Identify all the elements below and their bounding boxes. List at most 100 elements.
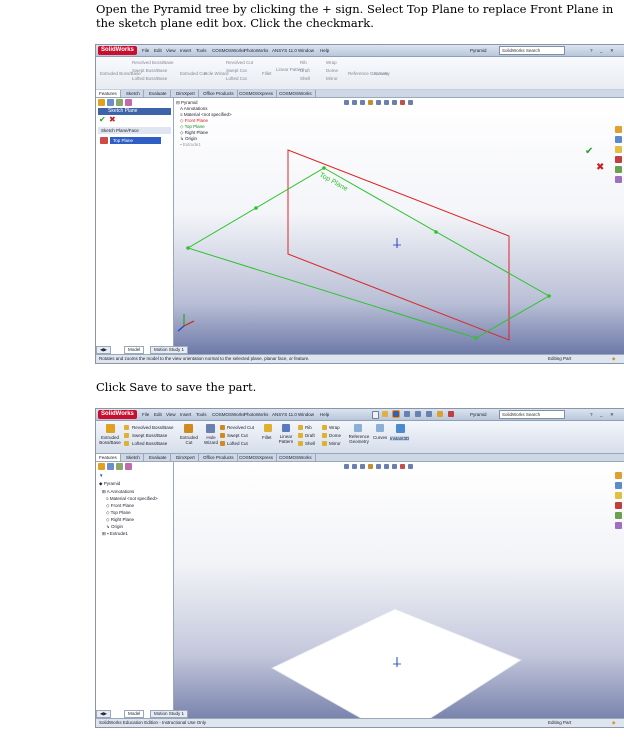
- tree-extrude1[interactable]: ⊞ ▪ Extrude1: [102, 530, 128, 537]
- ribbon-revolved-cut[interactable]: Revolved Cut: [227, 425, 254, 430]
- sketch-plane-edit-box[interactable]: Top Plane: [110, 137, 161, 144]
- ribbon-wrap[interactable]: Wrap: [329, 425, 340, 430]
- dimxpert-icon[interactable]: [125, 99, 132, 106]
- menu-tools[interactable]: Tools: [196, 410, 207, 419]
- ribbon-instant3d[interactable]: Instant3D: [390, 436, 410, 441]
- help-icon[interactable]: ?: [590, 46, 593, 55]
- menu-photoworks[interactable]: PhotoWorks: [244, 410, 268, 419]
- ribbon-rib[interactable]: Rib: [305, 425, 312, 430]
- ribbon-fillet[interactable]: Fillet: [262, 71, 272, 76]
- ribbon-swept-boss[interactable]: Swept Boss/Base: [132, 433, 167, 438]
- tab-dimxpert[interactable]: DimXpert: [173, 90, 199, 97]
- tab-evaluate[interactable]: Evaluate: [146, 90, 171, 97]
- ribbon-swept-boss[interactable]: Swept Boss/Base: [132, 68, 167, 73]
- plane-handle[interactable]: [547, 294, 551, 298]
- ribbon-wrap[interactable]: Wrap: [326, 60, 337, 65]
- plane-handle[interactable]: [434, 230, 438, 234]
- ribbon-shell[interactable]: Shell: [300, 76, 310, 81]
- ribbon-draft[interactable]: Draft: [300, 68, 310, 73]
- tab-dimxpert[interactable]: DimXpert: [173, 454, 199, 461]
- tree-pyramid[interactable]: ◆ Pyramid: [99, 480, 120, 487]
- tab-evaluate[interactable]: Evaluate: [146, 454, 171, 461]
- ribbon-revolved-boss[interactable]: Revolved Boss/Base: [132, 60, 174, 65]
- open-folder-icon[interactable]: [382, 411, 388, 417]
- plane-handle[interactable]: [322, 166, 326, 170]
- tab-cosmosworks[interactable]: COSMOSWorks: [276, 90, 316, 97]
- tab-office-products[interactable]: Office Products: [200, 90, 238, 97]
- help-icon[interactable]: ?: [590, 410, 593, 419]
- menu-tools[interactable]: Tools: [196, 46, 207, 55]
- tab-cosmosworks[interactable]: COSMOSWorks: [276, 454, 316, 461]
- ribbon-lofted-boss[interactable]: Lofted Boss/Base: [132, 441, 167, 446]
- menu-help[interactable]: Help: [320, 46, 329, 55]
- property-manager-icon[interactable]: [107, 463, 114, 470]
- menu-ansys[interactable]: ANSYS 11.0: [272, 410, 297, 419]
- tree-right-plane[interactable]: ◇ Right Plane: [106, 516, 134, 523]
- ribbon-linear-pattern[interactable]: Linear Pattern: [277, 434, 295, 444]
- save-icon[interactable]: [393, 411, 399, 417]
- tab-model-arrow[interactable]: ◀▶: [96, 346, 111, 354]
- tree-origin[interactable]: ↳ Origin: [106, 523, 123, 530]
- menu-view[interactable]: View: [166, 46, 176, 55]
- select-icon[interactable]: [426, 411, 432, 417]
- ribbon-revolved-cut[interactable]: Revolved Cut: [226, 60, 253, 65]
- ribbon-rib[interactable]: Rib: [300, 60, 307, 65]
- ribbon-extruded-cut[interactable]: Extruded Cut: [179, 435, 199, 445]
- feature-tree-icon[interactable]: [98, 99, 105, 106]
- ribbon-extruded-boss[interactable]: Extruded Boss/Base: [99, 435, 121, 445]
- plane-handle[interactable]: [186, 246, 190, 250]
- search-input[interactable]: SolidWorks Search: [499, 46, 565, 55]
- tab-office-products[interactable]: Office Products: [200, 454, 238, 461]
- menu-view[interactable]: View: [166, 410, 176, 419]
- menu-cosmosworks[interactable]: COSMOSWorks: [212, 410, 245, 419]
- tab-motion-study[interactable]: Motion Study 1: [150, 346, 189, 354]
- property-manager-icon[interactable]: [107, 99, 114, 106]
- top-plane-outline[interactable]: [186, 167, 551, 339]
- graphics-area[interactable]: [174, 462, 624, 718]
- tab-cosmosxpress[interactable]: COSMOSXpress: [236, 454, 278, 461]
- minimize-icon[interactable]: _: [600, 46, 603, 55]
- ok-checkmark-icon[interactable]: ✔: [99, 116, 106, 124]
- configuration-icon[interactable]: [116, 463, 123, 470]
- ribbon-dome[interactable]: Dome: [326, 68, 338, 73]
- menu-window[interactable]: Window: [298, 410, 314, 419]
- menu-edit[interactable]: Edit: [154, 410, 162, 419]
- menu-file[interactable]: File: [142, 410, 149, 419]
- plane-handle[interactable]: [474, 336, 478, 340]
- minimize-icon[interactable]: _: [600, 410, 603, 419]
- close-icon[interactable]: ✕: [610, 410, 614, 419]
- ribbon-draft[interactable]: Draft: [305, 433, 315, 438]
- menu-edit[interactable]: Edit: [154, 46, 162, 55]
- tree-front-plane[interactable]: ◇ Front Plane: [106, 502, 134, 509]
- menu-insert[interactable]: Insert: [180, 410, 191, 419]
- menu-file[interactable]: File: [142, 46, 149, 55]
- menu-help[interactable]: Help: [320, 410, 329, 419]
- tab-features[interactable]: Features: [96, 454, 121, 461]
- help-status-icon[interactable]: ◆: [612, 355, 615, 363]
- feature-tree-icon[interactable]: [98, 463, 105, 470]
- ribbon-lofted-boss[interactable]: Lofted Boss/Base: [132, 76, 167, 81]
- tab-sketch[interactable]: Sketch: [123, 454, 144, 461]
- tab-model-arrow[interactable]: ◀▶: [96, 710, 111, 718]
- ribbon-lofted-cut[interactable]: Lofted Cut: [226, 76, 247, 81]
- ribbon-hole-wizard[interactable]: Hole Wizard: [202, 435, 220, 445]
- plane-handle[interactable]: [254, 206, 258, 210]
- tree-annotations[interactable]: ⊞ A Annotations: [102, 488, 134, 495]
- tab-model[interactable]: Model: [124, 346, 145, 354]
- tab-motion-study[interactable]: Motion Study 1: [150, 710, 189, 718]
- tab-model[interactable]: Model: [124, 710, 145, 718]
- menu-ansys[interactable]: ANSYS 11.0: [272, 46, 297, 55]
- ribbon-curves[interactable]: Curves: [374, 71, 388, 76]
- tab-cosmosxpress[interactable]: COSMOSXpress: [236, 90, 278, 97]
- menu-cosmosworks[interactable]: COSMOSWorks: [212, 46, 245, 55]
- menu-photoworks[interactable]: PhotoWorks: [244, 46, 268, 55]
- cancel-x-icon[interactable]: ✖: [109, 116, 116, 124]
- undo-icon[interactable]: [415, 411, 421, 417]
- tab-features[interactable]: Features: [96, 90, 121, 97]
- tree-material[interactable]: ≡ Material <not specified>: [106, 495, 158, 502]
- ribbon-mirror[interactable]: Mirror: [329, 441, 341, 446]
- tree-top-plane[interactable]: ◇ Top Plane: [106, 509, 131, 516]
- close-icon[interactable]: ✕: [610, 46, 614, 55]
- ribbon-mirror[interactable]: Mirror: [326, 76, 338, 81]
- menu-window[interactable]: Window: [298, 46, 314, 55]
